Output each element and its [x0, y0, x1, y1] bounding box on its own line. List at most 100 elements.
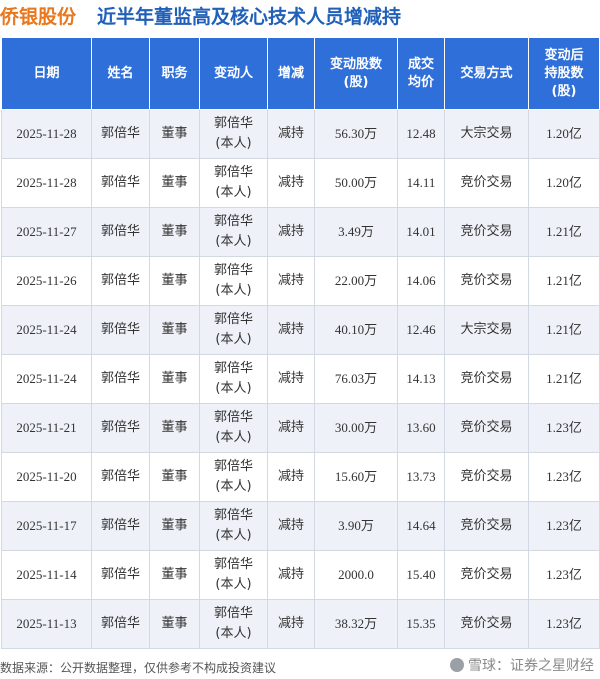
table-row: 2025-11-20 郭倍华 董事 郭倍华 (本人) 减持 15.60万 13.73 竞价交易 1…	[1, 452, 600, 502]
col-header-after: 变动后 持股数 (股)	[528, 37, 600, 110]
table-row: 2025-11-21 郭倍华 董事 郭倍华 (本人) 减持 30.00万 13.60 竞价交易 1…	[1, 403, 600, 453]
cell-name: 郭倍华	[91, 452, 150, 502]
col-header-name: 姓名	[91, 37, 150, 110]
cell-change: 减持	[267, 256, 315, 306]
cell-name: 郭倍华	[91, 403, 150, 453]
cell-price: 14.01	[397, 207, 445, 257]
cell-shares: 76.03万	[314, 354, 398, 404]
cell-price: 14.13	[397, 354, 445, 404]
cell-name: 郭倍华	[91, 207, 150, 257]
cell-price: 15.40	[397, 550, 445, 600]
table-row: 2025-11-24 郭倍华 董事 郭倍华 (本人) 减持 76.03万 14.13 竞价交易 1…	[1, 354, 600, 404]
cell-after: 1.21亿	[528, 354, 600, 404]
page-title: 近半年董监高及核心技术人员增减持	[97, 6, 402, 28]
cell-person: 郭倍华 (本人)	[199, 452, 268, 502]
cell-name: 郭倍华	[91, 550, 150, 600]
cell-method: 竞价交易	[444, 501, 529, 551]
cell-method: 大宗交易	[444, 305, 529, 355]
cell-role: 董事	[149, 109, 200, 159]
cell-change: 减持	[267, 452, 315, 502]
cell-price: 13.60	[397, 403, 445, 453]
title-bar: 侨银股份 近半年董监高及核心技术人员增减持	[0, 0, 600, 34]
cell-change: 减持	[267, 501, 315, 551]
cell-date: 2025-11-20	[1, 452, 92, 502]
cell-after: 1.23亿	[528, 501, 600, 551]
cell-method: 竞价交易	[444, 158, 529, 208]
col-header-date: 日期	[1, 37, 92, 110]
cell-change: 减持	[267, 550, 315, 600]
cell-date: 2025-11-26	[1, 256, 92, 306]
cell-person: 郭倍华 (本人)	[199, 207, 268, 257]
cell-date: 2025-11-21	[1, 403, 92, 453]
cell-shares: 40.10万	[314, 305, 398, 355]
cell-shares: 30.00万	[314, 403, 398, 453]
cell-after: 1.21亿	[528, 305, 600, 355]
cell-role: 董事	[149, 452, 200, 502]
cell-method: 大宗交易	[444, 109, 529, 159]
cell-method: 竞价交易	[444, 599, 529, 649]
cell-shares: 3.49万	[314, 207, 398, 257]
cell-date: 2025-11-17	[1, 501, 92, 551]
cell-after: 1.23亿	[528, 550, 600, 600]
cell-name: 郭倍华	[91, 109, 150, 159]
cell-after: 1.20亿	[528, 109, 600, 159]
cell-name: 郭倍华	[91, 305, 150, 355]
cell-after: 1.23亿	[528, 452, 600, 502]
col-header-change: 增减	[267, 37, 315, 110]
cell-price: 15.35	[397, 599, 445, 649]
snowball-logo-icon	[450, 658, 464, 672]
col-header-role: 职务	[149, 37, 200, 110]
cell-person: 郭倍华 (本人)	[199, 599, 268, 649]
cell-change: 减持	[267, 109, 315, 159]
table-body: 2025-11-28 郭倍华 董事 郭倍华 (本人) 减持 56.30万 12.48 大宗交易 1…	[1, 109, 600, 649]
cell-method: 竞价交易	[444, 403, 529, 453]
cell-change: 减持	[267, 305, 315, 355]
cell-shares: 22.00万	[314, 256, 398, 306]
cell-date: 2025-11-13	[1, 599, 92, 649]
table-row: 2025-11-14 郭倍华 董事 郭倍华 (本人) 减持 2000.0 15.40 竞价交易 1…	[1, 550, 600, 600]
cell-person: 郭倍华 (本人)	[199, 501, 268, 551]
brand-text: 雪球：证券之星财经	[468, 658, 594, 674]
cell-person: 郭倍华 (本人)	[199, 550, 268, 600]
table-row: 2025-11-27 郭倍华 董事 郭倍华 (本人) 减持 3.49万 14.01 竞价交易 1.…	[1, 207, 600, 257]
cell-role: 董事	[149, 550, 200, 600]
cell-date: 2025-11-28	[1, 158, 92, 208]
brand-watermark: 雪球：证券之星财经	[450, 655, 594, 675]
cell-person: 郭倍华 (本人)	[199, 109, 268, 159]
cell-name: 郭倍华	[91, 501, 150, 551]
cell-change: 减持	[267, 403, 315, 453]
cell-price: 14.06	[397, 256, 445, 306]
table-row: 2025-11-13 郭倍华 董事 郭倍华 (本人) 减持 38.32万 15.35 竞价交易 1…	[1, 599, 600, 649]
col-header-shares: 变动股数 (股)	[314, 37, 398, 110]
cell-person: 郭倍华 (本人)	[199, 305, 268, 355]
cell-date: 2025-11-27	[1, 207, 92, 257]
cell-date: 2025-11-28	[1, 109, 92, 159]
cell-role: 董事	[149, 158, 200, 208]
cell-date: 2025-11-24	[1, 305, 92, 355]
cell-after: 1.20亿	[528, 158, 600, 208]
cell-shares: 56.30万	[314, 109, 398, 159]
cell-change: 减持	[267, 207, 315, 257]
col-header-person: 变动人	[199, 37, 268, 110]
cell-price: 14.64	[397, 501, 445, 551]
table-row: 2025-11-26 郭倍华 董事 郭倍华 (本人) 减持 22.00万 14.06 竞价交易 1…	[1, 256, 600, 306]
insider-trades-table: 日期 姓名 职务 变动人 增减 变动股数 (股) 成交 均价 交易方式 变动后 持股数…	[1, 37, 600, 649]
table-row: 2025-11-28 郭倍华 董事 郭倍华 (本人) 减持 50.00万 14.11 竞价交易 1…	[1, 158, 600, 208]
cell-person: 郭倍华 (本人)	[199, 256, 268, 306]
cell-shares: 38.32万	[314, 599, 398, 649]
cell-role: 董事	[149, 354, 200, 404]
table-row: 2025-11-17 郭倍华 董事 郭倍华 (本人) 减持 3.90万 14.64 竞价交易 1.…	[1, 501, 600, 551]
cell-name: 郭倍华	[91, 256, 150, 306]
cell-role: 董事	[149, 256, 200, 306]
cell-price: 12.46	[397, 305, 445, 355]
cell-role: 董事	[149, 305, 200, 355]
cell-method: 竞价交易	[444, 354, 529, 404]
cell-person: 郭倍华 (本人)	[199, 403, 268, 453]
cell-shares: 15.60万	[314, 452, 398, 502]
cell-role: 董事	[149, 599, 200, 649]
cell-change: 减持	[267, 158, 315, 208]
cell-date: 2025-11-14	[1, 550, 92, 600]
cell-person: 郭倍华 (本人)	[199, 354, 268, 404]
table-row: 2025-11-24 郭倍华 董事 郭倍华 (本人) 减持 40.10万 12.46 大宗交易 1…	[1, 305, 600, 355]
table-row: 2025-11-28 郭倍华 董事 郭倍华 (本人) 减持 56.30万 12.48 大宗交易 1…	[1, 109, 600, 159]
